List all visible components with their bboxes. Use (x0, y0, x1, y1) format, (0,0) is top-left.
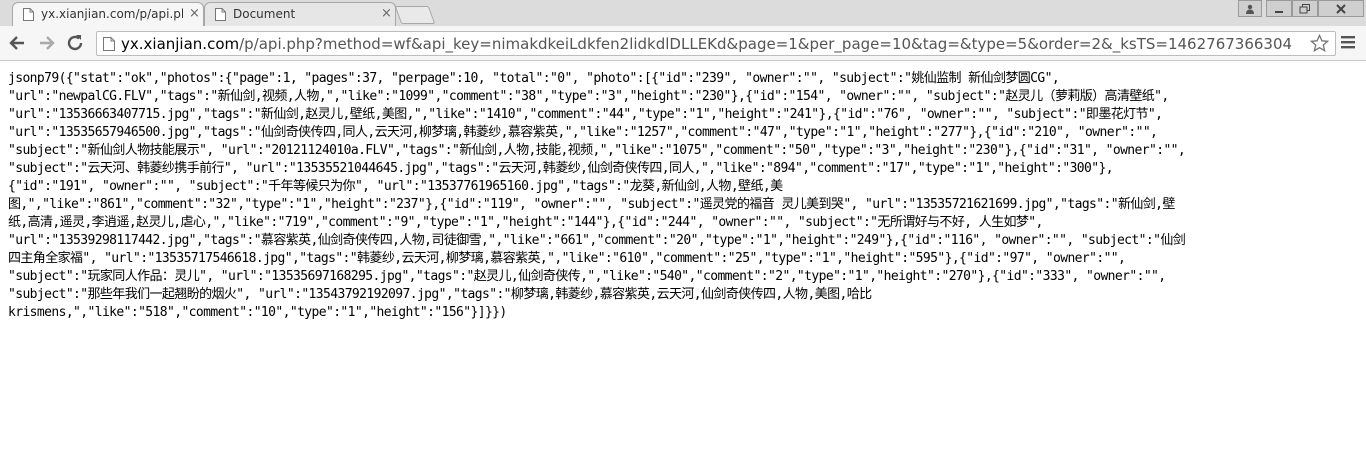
user-icon (1246, 4, 1254, 14)
url-path: /p/api.php?method=wf&api_key=nimakdkeiLd… (239, 35, 1293, 53)
text-line: 四主角全家福", "url":"13535717546618.jpg","tag… (8, 251, 1126, 266)
json-response-body: jsonp79({"stat":"ok","photos":{"page":1,… (8, 70, 1360, 322)
text-line: "subject":"玩家同人作品：灵儿", "url":"1353569716… (8, 269, 1166, 284)
reload-button[interactable] (64, 32, 86, 54)
restore-icon (1299, 3, 1310, 13)
tab-title: Document (233, 7, 296, 21)
forward-button[interactable] (36, 32, 58, 54)
text-line: "subject":"云天河、韩菱纱携手前行", "url":"13535521… (8, 161, 1114, 176)
tab-close-button[interactable]: × (189, 6, 200, 22)
text-line: 图,","like":"861","comment":"32","type":"… (8, 197, 1175, 212)
page-icon (23, 8, 34, 21)
star-icon[interactable] (1310, 34, 1329, 53)
address-bar[interactable]: yx.xianjian.com/p/api.php?method=wf&api_… (96, 31, 1336, 56)
back-arrow-icon (9, 36, 24, 50)
text-line: "subject":"新仙剑人物技能展示", "url":"2012112401… (8, 143, 1186, 158)
page-icon (215, 8, 226, 21)
text-line: "url":"13536663407715.jpg","tags":"新仙剑,赵… (8, 107, 1163, 122)
text-line: "url":"13535657946500.jpg","tags":"仙剑奇侠传… (8, 125, 1158, 140)
tab-close-button[interactable]: × (381, 6, 392, 22)
minimize-icon (1275, 10, 1283, 13)
browser-toolbar: yx.xianjian.com/p/api.php?method=wf&api_… (0, 26, 1366, 61)
page-icon (103, 37, 115, 51)
hamburger-menu-icon (1341, 36, 1355, 49)
close-window-button[interactable] (1318, 0, 1364, 17)
text-line: {"id":"191", "owner":"", "subject":"千年等候… (8, 179, 783, 194)
maximize-button[interactable] (1292, 0, 1318, 17)
url-host: yx.xianjian.com (121, 35, 240, 53)
back-button[interactable] (6, 32, 28, 54)
tab-api[interactable]: yx.xianjian.com/p/api.pl × (12, 2, 204, 26)
tab-document[interactable]: Document × (204, 2, 396, 26)
menu-button[interactable] (1340, 34, 1356, 54)
text-line: "subject":"那些年我们一起翘盼的烟火", "url":"1354379… (8, 287, 872, 302)
text-line: "url":"13539298117442.jpg","tags":"慕容紫英,… (8, 233, 1186, 248)
text-line: jsonp79({"stat":"ok","photos":{"page":1,… (8, 71, 1060, 86)
new-tab-button[interactable] (394, 6, 436, 24)
tab-title: yx.xianjian.com/p/api.pl (41, 7, 183, 21)
close-icon (1336, 3, 1346, 14)
minimize-button[interactable] (1266, 0, 1292, 17)
text-line: krismens,","like":"518","comment":"10","… (8, 305, 507, 320)
tab-strip: yx.xianjian.com/p/api.pl × Document × (0, 0, 1366, 26)
forward-arrow-icon (40, 36, 55, 50)
text-line: 纸,高清,遥灵,李逍遥,赵灵儿,虐心,","like":"719","comme… (8, 215, 1043, 230)
reload-icon (67, 35, 83, 51)
user-button[interactable] (1238, 0, 1262, 17)
text-line: "url":"newpalCG.FLV","tags":"新仙剑,视频,人物,"… (8, 89, 1169, 104)
url-text[interactable]: yx.xianjian.com/p/api.php?method=wf&api_… (121, 35, 1311, 53)
